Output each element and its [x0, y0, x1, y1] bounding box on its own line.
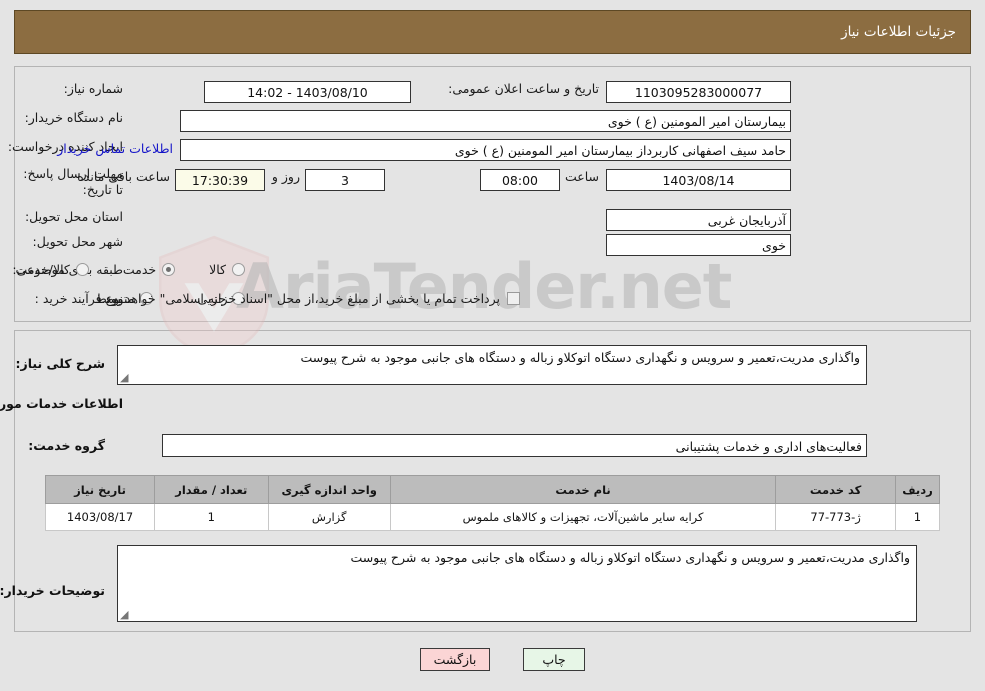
time-remaining-field-wrap: 17:30:39 [175, 169, 265, 191]
category-option-service[interactable]: خدمت [122, 262, 176, 277]
services-table: ردیف کد خدمت نام خدمت واحد اندازه گیری ت… [44, 475, 941, 531]
buyer-org-label-wrap: نام دستگاه خریدار: [25, 110, 123, 125]
days-remaining-label: روز و [271, 169, 300, 184]
col-unit: واحد اندازه گیری [267, 475, 391, 504]
request-creator-field[interactable]: حامد سیف اصفهانی کاربرداز بیمارستان امیر… [180, 139, 791, 161]
page-title: جزئیات اطلاعات نیاز [841, 24, 956, 40]
deadline-hour-field-wrap: 08:00 [480, 169, 560, 191]
buyer-contact-link[interactable]: اطلاعات تماس خریدار [57, 141, 173, 156]
city-label: شهر محل تحویل: [32, 234, 123, 249]
treasury-checkbox-label: پرداخت تمام یا بخشی از مبلغ خرید،از محل … [101, 291, 500, 306]
cell-need-date: 1403/08/17 [44, 503, 156, 531]
resize-grip-icon[interactable]: ◣ [120, 371, 130, 384]
page-title-bar: جزئیات اطلاعات نیاز [14, 10, 971, 54]
cell-quantity: 1 [154, 503, 269, 531]
buyer-notes-label: توضیحات خریدار: [0, 583, 105, 598]
announce-datetime-field[interactable]: 1403/08/10 - 14:02 [204, 81, 411, 103]
request-creator-field-wrap: حامد سیف اصفهانی کاربرداز بیمارستان امیر… [180, 139, 791, 161]
need-summary-value: واگذاری مدریت،تعمیر و سرویس و نگهداری دس… [300, 350, 860, 365]
service-group-label: گروه خدمت: [28, 438, 105, 453]
back-button[interactable]: بازگشت [420, 648, 490, 671]
services-section-heading: اطلاعات خدمات مورد نیاز [0, 396, 123, 411]
treasury-checkbox-wrap[interactable]: پرداخت تمام یا بخشی از مبلغ خرید،از محل … [101, 291, 520, 306]
deadline-hour-label: ساعت [564, 169, 599, 184]
city-field-wrap: خوی [606, 234, 791, 256]
province-field[interactable]: آذربایجان غربی [606, 209, 791, 231]
buyer-org-field-wrap: بیمارستان امیر المومنین (ع ) خوی [180, 110, 791, 132]
buyer-org-field[interactable]: بیمارستان امیر المومنین (ع ) خوی [180, 110, 791, 132]
province-label: استان محل تحویل: [24, 209, 123, 224]
category-option-goods-label: کالا [209, 262, 226, 277]
treasury-checkbox[interactable] [507, 292, 520, 305]
col-quantity: تعداد / مقدار [154, 475, 269, 504]
page-root: AriaTender.net جزئیات اطلاعات نیاز شماره… [0, 0, 985, 691]
buyer-org-label: نام دستگاه خریدار: [24, 110, 123, 125]
announce-datetime-field-wrap: 1403/08/10 - 14:02 [204, 81, 411, 103]
need-summary-textarea[interactable]: واگذاری مدریت،تعمیر و سرویس و نگهداری دس… [117, 345, 867, 385]
days-remaining-label-wrap: روز و [272, 169, 300, 184]
category-option-goods-service-label: کالا/خدمت [15, 262, 70, 277]
remaining-label: ساعت باقی مانده [77, 169, 170, 184]
category-option-service-label: خدمت [122, 262, 157, 277]
cell-service-name: کرایه سایر ماشین‌آلات، تجهیزات و کالاهای… [389, 503, 777, 531]
col-need-date: تاریخ نیاز [44, 475, 156, 504]
table-header-row: ردیف کد خدمت نام خدمت واحد اندازه گیری ت… [44, 475, 941, 504]
cell-unit: گزارش [267, 503, 391, 531]
need-summary-label: شرح کلی نیاز: [15, 356, 105, 371]
time-remaining-field: 17:30:39 [175, 169, 265, 191]
city-field[interactable]: خوی [606, 234, 791, 256]
radio-service[interactable] [162, 263, 176, 276]
table-row[interactable]: 1 ژ-773-77 کرایه سایر ماشین‌آلات، تجهیزا… [44, 503, 941, 531]
deadline-hour-field[interactable]: 08:00 [480, 169, 560, 191]
col-service-name: نام خدمت [389, 475, 777, 504]
province-label-wrap: استان محل تحویل: [25, 209, 123, 224]
radio-goods-service[interactable] [75, 263, 89, 276]
radio-goods[interactable] [232, 263, 245, 276]
need-info-panel [14, 66, 971, 322]
service-group-field-wrap: فعالیت‌های اداری و خدمات پشتیبانی [162, 434, 867, 457]
category-radio-group: کالا خدمت کالا/خدمت [15, 262, 245, 277]
buyer-notes-value: واگذاری مدریت،تعمیر و سرویس و نگهداری دس… [350, 550, 910, 565]
buyer-contact-link-wrap: اطلاعات تماس خریدار [57, 141, 173, 156]
city-label-wrap: شهر محل تحویل: [33, 234, 123, 249]
deadline-date-field-wrap: 1403/08/14 [606, 169, 791, 191]
cell-service-code: ژ-773-77 [775, 503, 896, 531]
buyer-notes-textarea[interactable]: واگذاری مدریت،تعمیر و سرویس و نگهداری دس… [117, 545, 917, 622]
col-service-code: کد خدمت [775, 475, 896, 504]
deadline-date-field[interactable]: 1403/08/14 [606, 169, 791, 191]
category-option-goods[interactable]: کالا [209, 262, 245, 277]
deadline-hour-label-wrap: ساعت [565, 169, 599, 184]
service-group-field[interactable]: فعالیت‌های اداری و خدمات پشتیبانی [162, 434, 867, 457]
remaining-label-wrap: ساعت باقی مانده [77, 169, 170, 184]
province-field-wrap: آذربایجان غربی [606, 209, 791, 231]
need-number-field-wrap: 1103095283000077 [606, 81, 791, 103]
announce-datetime-label: تاریخ و ساعت اعلان عمومی: [448, 81, 599, 96]
need-number-field[interactable]: 1103095283000077 [606, 81, 791, 103]
resize-grip-icon-notes[interactable]: ◣ [120, 608, 130, 621]
days-remaining-field-wrap: 3 [305, 169, 385, 191]
col-row-number: ردیف [894, 475, 941, 504]
cell-row-number: 1 [894, 503, 941, 531]
need-number-label-wrap: شماره نیاز: [64, 81, 123, 96]
need-number-label: شماره نیاز: [63, 81, 123, 96]
days-remaining-field: 3 [305, 169, 385, 191]
print-button[interactable]: چاپ [523, 648, 585, 671]
category-option-goods-service[interactable]: کالا/خدمت [15, 262, 89, 277]
announce-datetime-label-wrap: تاریخ و ساعت اعلان عمومی: [448, 81, 599, 96]
